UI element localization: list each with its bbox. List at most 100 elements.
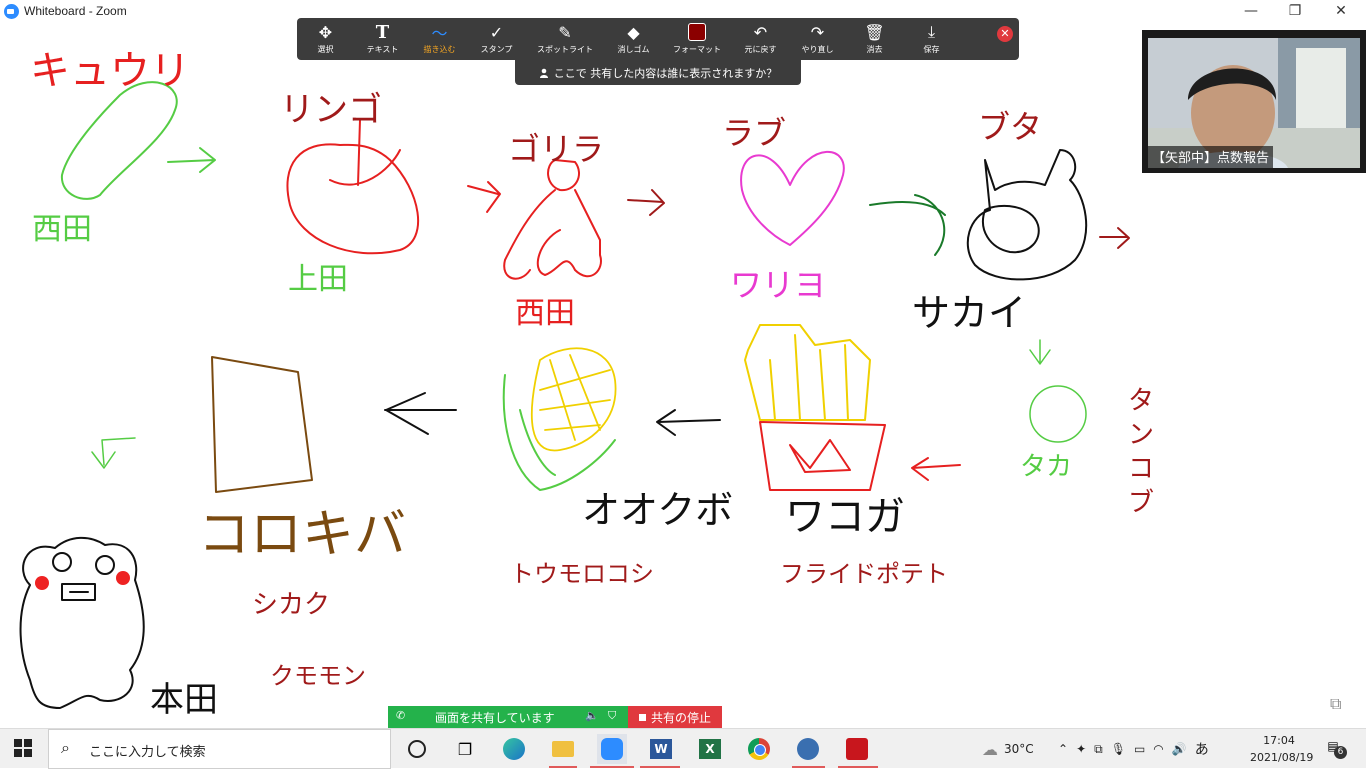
heart-drawing <box>740 150 845 246</box>
chevron-up-icon[interactable]: ⌃ <box>1058 742 1068 756</box>
tool-clear[interactable]: 🗑 消去 <box>846 18 903 60</box>
shield-icon: ⛉ <box>608 709 617 722</box>
tool-save[interactable]: ⤓ 保存 <box>903 18 960 60</box>
tool-eraser[interactable]: ◆ 消しゴム <box>605 18 662 60</box>
thunderbird-app[interactable] <box>793 734 823 764</box>
battery-icon[interactable]: ▭ <box>1134 742 1145 756</box>
dropbox-icon[interactable]: ✦ <box>1076 742 1086 756</box>
sharing-status-label: 画面を共有しています <box>435 711 555 725</box>
volume-icon[interactable]: 🔊 <box>1172 742 1187 756</box>
chrome-app[interactable] <box>744 734 774 764</box>
zoom-app-icon <box>4 4 19 19</box>
windows-start-button[interactable] <box>14 739 32 761</box>
word-ookuabo: オオクボ <box>582 488 734 532</box>
kumamon-cheek-left <box>35 576 49 590</box>
stop-share-label: 共有の停止 <box>650 710 711 725</box>
folder-icon <box>552 741 574 757</box>
wifi-icon[interactable]: ◠ <box>1153 742 1163 756</box>
tool-text[interactable]: T テキスト <box>354 18 411 60</box>
redo-icon: ↷ <box>810 22 825 42</box>
arrow-7 <box>911 457 961 481</box>
microphone-icon[interactable]: 🎙 <box>1111 742 1126 756</box>
meet-icon[interactable]: ⧉ <box>1094 742 1103 757</box>
kumamon-mouth <box>61 583 96 601</box>
zoom-icon <box>601 738 623 760</box>
word-tomorokoshi: トウモロコシ <box>510 560 654 588</box>
apple-drawing <box>286 143 420 255</box>
arrow-6 <box>1029 339 1051 365</box>
word-shikaku: シカク <box>252 590 331 620</box>
word-rabu: ラブ <box>722 114 787 152</box>
tool-draw[interactable]: 〜描き込む <box>411 18 468 60</box>
minimize-button[interactable]: — <box>1228 0 1274 24</box>
weather-temperature: 30°C <box>1004 742 1034 756</box>
close-button[interactable]: ✕ <box>1318 0 1364 24</box>
toolbar-close-button[interactable]: ✕ <box>997 26 1013 42</box>
maximize-button[interactable]: ❐ <box>1272 0 1318 24</box>
word-buta: ブタ <box>978 108 1043 146</box>
word-honda: 本田 <box>150 680 218 720</box>
word-taka: タカ <box>1020 452 1073 482</box>
notification-center[interactable]: ▤ 6 <box>1322 739 1347 759</box>
cortana-icon <box>408 740 426 758</box>
speaker-icon: 🔈 <box>585 709 599 722</box>
explorer-app[interactable] <box>548 734 578 764</box>
tool-spotlight[interactable]: ✎ スポットライト <box>525 18 605 60</box>
edge-app[interactable] <box>499 734 529 764</box>
word-kyuuri: キュウリ <box>30 48 190 94</box>
task-view-button[interactable]: ❐ <box>450 734 480 764</box>
eraser-icon: ◆ <box>627 22 640 42</box>
corn-drawing <box>530 347 617 452</box>
stop-icon <box>638 713 646 721</box>
weather-widget[interactable]: ☁ 30°C <box>982 729 1034 769</box>
fries-drawing <box>744 324 871 421</box>
kumamon-drawing <box>19 536 145 709</box>
spotlight-icon: ✎ <box>558 22 572 42</box>
tool-stamp[interactable]: ✓ スタンプ <box>468 18 525 60</box>
arrow-9 <box>384 392 457 435</box>
word-ueda: 上田 <box>288 262 348 297</box>
cucumber-drawing <box>60 81 178 200</box>
task-view-icon: ❐ <box>457 739 473 759</box>
arrow-2 <box>467 181 501 213</box>
annotation-toolbar: ✥ 選択 T テキスト 〜描き込む ✓ スタンプ ✎ スポットライト ◆ 消しゴム フォー… <box>297 18 1019 60</box>
fries-box <box>759 421 886 491</box>
word-nishida-1: 西田 <box>32 212 92 247</box>
move-icon: ✥ <box>318 22 333 42</box>
clock[interactable]: 17:04 2021/08/19 <box>1250 732 1313 766</box>
participant-video[interactable]: 【矢部中】点数報告 <box>1142 30 1366 173</box>
search-placeholder: ここに入力して検索 <box>89 745 206 760</box>
edge-icon <box>503 738 525 760</box>
tool-redo[interactable]: ↷ やり直し <box>789 18 846 60</box>
search-icon: ⌕ <box>61 738 70 757</box>
excel-app[interactable]: X <box>695 734 725 764</box>
undo-icon: ↶ <box>753 22 768 42</box>
ime-indicator[interactable]: あ <box>1195 739 1209 759</box>
kumamon-eye-right <box>95 555 115 575</box>
tool-format[interactable]: フォーマット <box>662 18 732 60</box>
draw-icon: 〜 <box>431 24 448 43</box>
zoom-app[interactable] <box>597 734 627 764</box>
trash-icon: 🗑 <box>864 22 885 42</box>
word-app[interactable]: W <box>646 734 676 764</box>
text-icon: T <box>375 21 390 43</box>
word-kopoki: コロキバ <box>198 505 407 565</box>
taskbar-search[interactable]: ⌕ ここに入力して検索 <box>48 729 391 769</box>
cortana-button[interactable] <box>402 734 432 764</box>
word-kumomon: クモモン <box>270 662 366 690</box>
sharing-status[interactable]: ✆ 画面を共有しています 🔈 ⛉ <box>388 706 628 728</box>
excel-icon: X <box>699 739 721 759</box>
save-icon: ⤓ <box>927 22 936 41</box>
participant-name: 【矢部中】点数報告 <box>1148 146 1274 168</box>
tool-select[interactable]: ✥ 選択 <box>297 18 354 60</box>
screen-share-bar: ✆ 画面を共有しています 🔈 ⛉ 共有の停止 <box>388 706 722 728</box>
share-visibility-banner[interactable]: ここで 共有した内容は誰に表示されますか？ <box>515 60 801 85</box>
new-window-icon[interactable]: ⧉ <box>1330 694 1341 714</box>
stop-share-button[interactable]: 共有の停止 <box>628 706 722 728</box>
kumamon-eye-left <box>52 552 72 572</box>
acrobat-app[interactable] <box>842 734 872 764</box>
square-drawing <box>211 356 313 493</box>
lump-drawing <box>1029 385 1087 443</box>
window-title: Whiteboard - Zoom <box>24 4 127 18</box>
tool-undo[interactable]: ↶ 元に戻す <box>732 18 789 60</box>
